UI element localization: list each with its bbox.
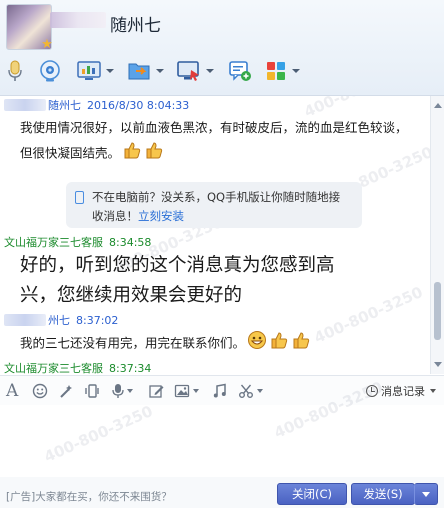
message-time: 2016/8/30 8:04:33 [87,99,190,112]
shake-window-button[interactable] [84,382,100,400]
tip-line: 不在电脑前？没关系，QQ手机版让你随时随地接 [92,190,341,204]
install-now-link[interactable]: 立刻安装 [138,209,184,223]
message-header: 随州七 2016/8/30 8:04:33 [4,97,189,113]
edit-button[interactable] [148,382,164,400]
clock-icon [366,385,378,397]
thumbs-up-emoji-icon [144,140,164,168]
scroll-up-arrow-icon[interactable] [434,103,442,108]
video-call-button[interactable] [38,58,62,84]
blurred-contact-nickname [50,12,106,28]
chat-footer: [广告]大家都在买，你还不来围货？ 关闭(C) 发送(S) [0,477,444,508]
message-input[interactable]: 400-800-3250 400-800-3250 [0,378,444,477]
message-text[interactable]: 我的三七还没有用完，用完在联系你们。 [20,330,311,358]
chat-toolbar [0,58,444,88]
chat-window-header: ★ 随州七 [0,0,444,96]
message-text[interactable]: 我使用情况很好，以前血液色黑浓，有时破皮后，流的血是红色较谈， 但很快凝固结壳。 [20,115,408,168]
chevron-down-icon[interactable] [127,389,133,393]
message-time: 8:34:58 [109,236,152,249]
apps-icon [267,62,285,80]
remote-desktop-button[interactable] [176,58,214,84]
microphone-icon [112,384,124,398]
chevron-down-icon[interactable] [193,389,199,393]
tip-text: 收消息！ [92,209,138,223]
message-time: 8:37:02 [76,314,119,327]
tip-line: 收消息！立刻安装 [92,207,354,226]
music-note-icon [213,383,226,398]
screen-share-icon [77,61,101,80]
image-icon [174,384,190,398]
voice-message-button[interactable] [112,382,133,400]
message-line: 好的，听到您的这个消息真为您感到高 [20,255,335,276]
input-toolbar: A 消息记录 [0,375,444,405]
chat-scrollbar[interactable] [430,96,444,374]
send-options-button[interactable] [414,483,438,505]
file-transfer-icon [128,63,150,80]
music-button[interactable] [212,382,228,400]
message-line-text: 但很快凝固结壳。 [20,145,121,161]
scissors-icon [239,384,253,398]
blurred-sender-prefix [4,314,46,326]
camera-icon [40,60,60,82]
message-header: 州七 8:37:02 [4,312,118,328]
message-time: 8:37:34 [109,362,152,374]
send-button[interactable]: 发送(S) [351,483,415,505]
mobile-qq-tip: 不在电脑前？没关系，QQ手机版让你随时随地接 收消息！立刻安装 [66,182,362,228]
message-add-icon [229,61,251,81]
message-line: 但很快凝固结壳。 [20,140,408,168]
contact-name[interactable]: 随州七 [110,11,161,36]
screen-share-button[interactable] [76,58,114,84]
microphone-icon [8,60,22,81]
smiley-icon [32,383,48,399]
sender-name[interactable]: 文山福万家三七客服 [4,362,103,374]
edit-icon [149,385,164,398]
grin-emoji-icon [247,330,267,358]
scroll-thumb[interactable] [434,282,441,340]
watermark-text: 400-800-3250 [41,402,156,466]
screenshot-button[interactable] [238,382,263,400]
shake-icon [85,384,99,398]
message-line: 我使用情况很好，以前血液色黑浓，有时破皮后，流的血是红色较谈， [20,120,408,135]
chevron-down-icon[interactable] [292,69,300,73]
sender-name[interactable]: 文山福万家三七客服 [4,236,103,249]
close-button[interactable]: 关闭(C) [277,483,347,505]
file-transfer-button[interactable] [126,58,164,84]
emoji-button[interactable] [32,382,48,400]
chevron-down-icon[interactable] [430,389,436,393]
message-plus-button[interactable] [228,58,252,84]
message-header: 文山福万家三七客服 8:37:34 [4,360,151,374]
chevron-down-icon[interactable] [206,69,214,73]
thumbs-up-emoji-icon [291,330,311,358]
sender-name[interactable]: 州七 [48,314,70,327]
apps-button[interactable] [264,58,300,84]
ad-text[interactable]: [广告]大家都在买，你还不来围货？ [6,489,172,504]
phone-icon [75,191,84,204]
scroll-down-arrow-icon[interactable] [434,362,442,367]
magic-button[interactable] [58,382,74,400]
chevron-down-icon[interactable] [156,69,164,73]
message-history-button[interactable]: 消息记录 [366,383,436,399]
message-history-label: 消息记录 [381,385,425,398]
chevron-down-icon[interactable] [257,389,263,393]
voice-call-button[interactable] [6,58,24,84]
message-history[interactable]: 400-800-3250 400-800-3250 400-800-3250 4… [0,96,430,374]
chevron-down-icon [422,491,430,497]
message-line: 兴，您继续用效果会更好的 [20,285,243,306]
sender-name[interactable]: 随州七 [48,99,81,112]
magic-wand-icon [60,385,72,398]
blurred-sender-prefix [4,99,46,111]
thumbs-up-emoji-icon [122,140,142,168]
message-header: 文山福万家三七客服 8:34:58 [4,234,151,250]
chevron-down-icon[interactable] [106,69,114,73]
font-icon[interactable]: A [6,381,18,401]
remote-desktop-icon [177,61,199,81]
message-line: 我的三七还没有用完，用完在联系你们。 [20,335,246,351]
image-button[interactable] [174,382,199,400]
message-text[interactable]: 好的，听到您的这个消息真为您感到高 兴，您继续用效果会更好的 [20,251,335,311]
vip-star-icon: ★ [41,37,53,52]
thumbs-up-emoji-icon [269,330,289,358]
